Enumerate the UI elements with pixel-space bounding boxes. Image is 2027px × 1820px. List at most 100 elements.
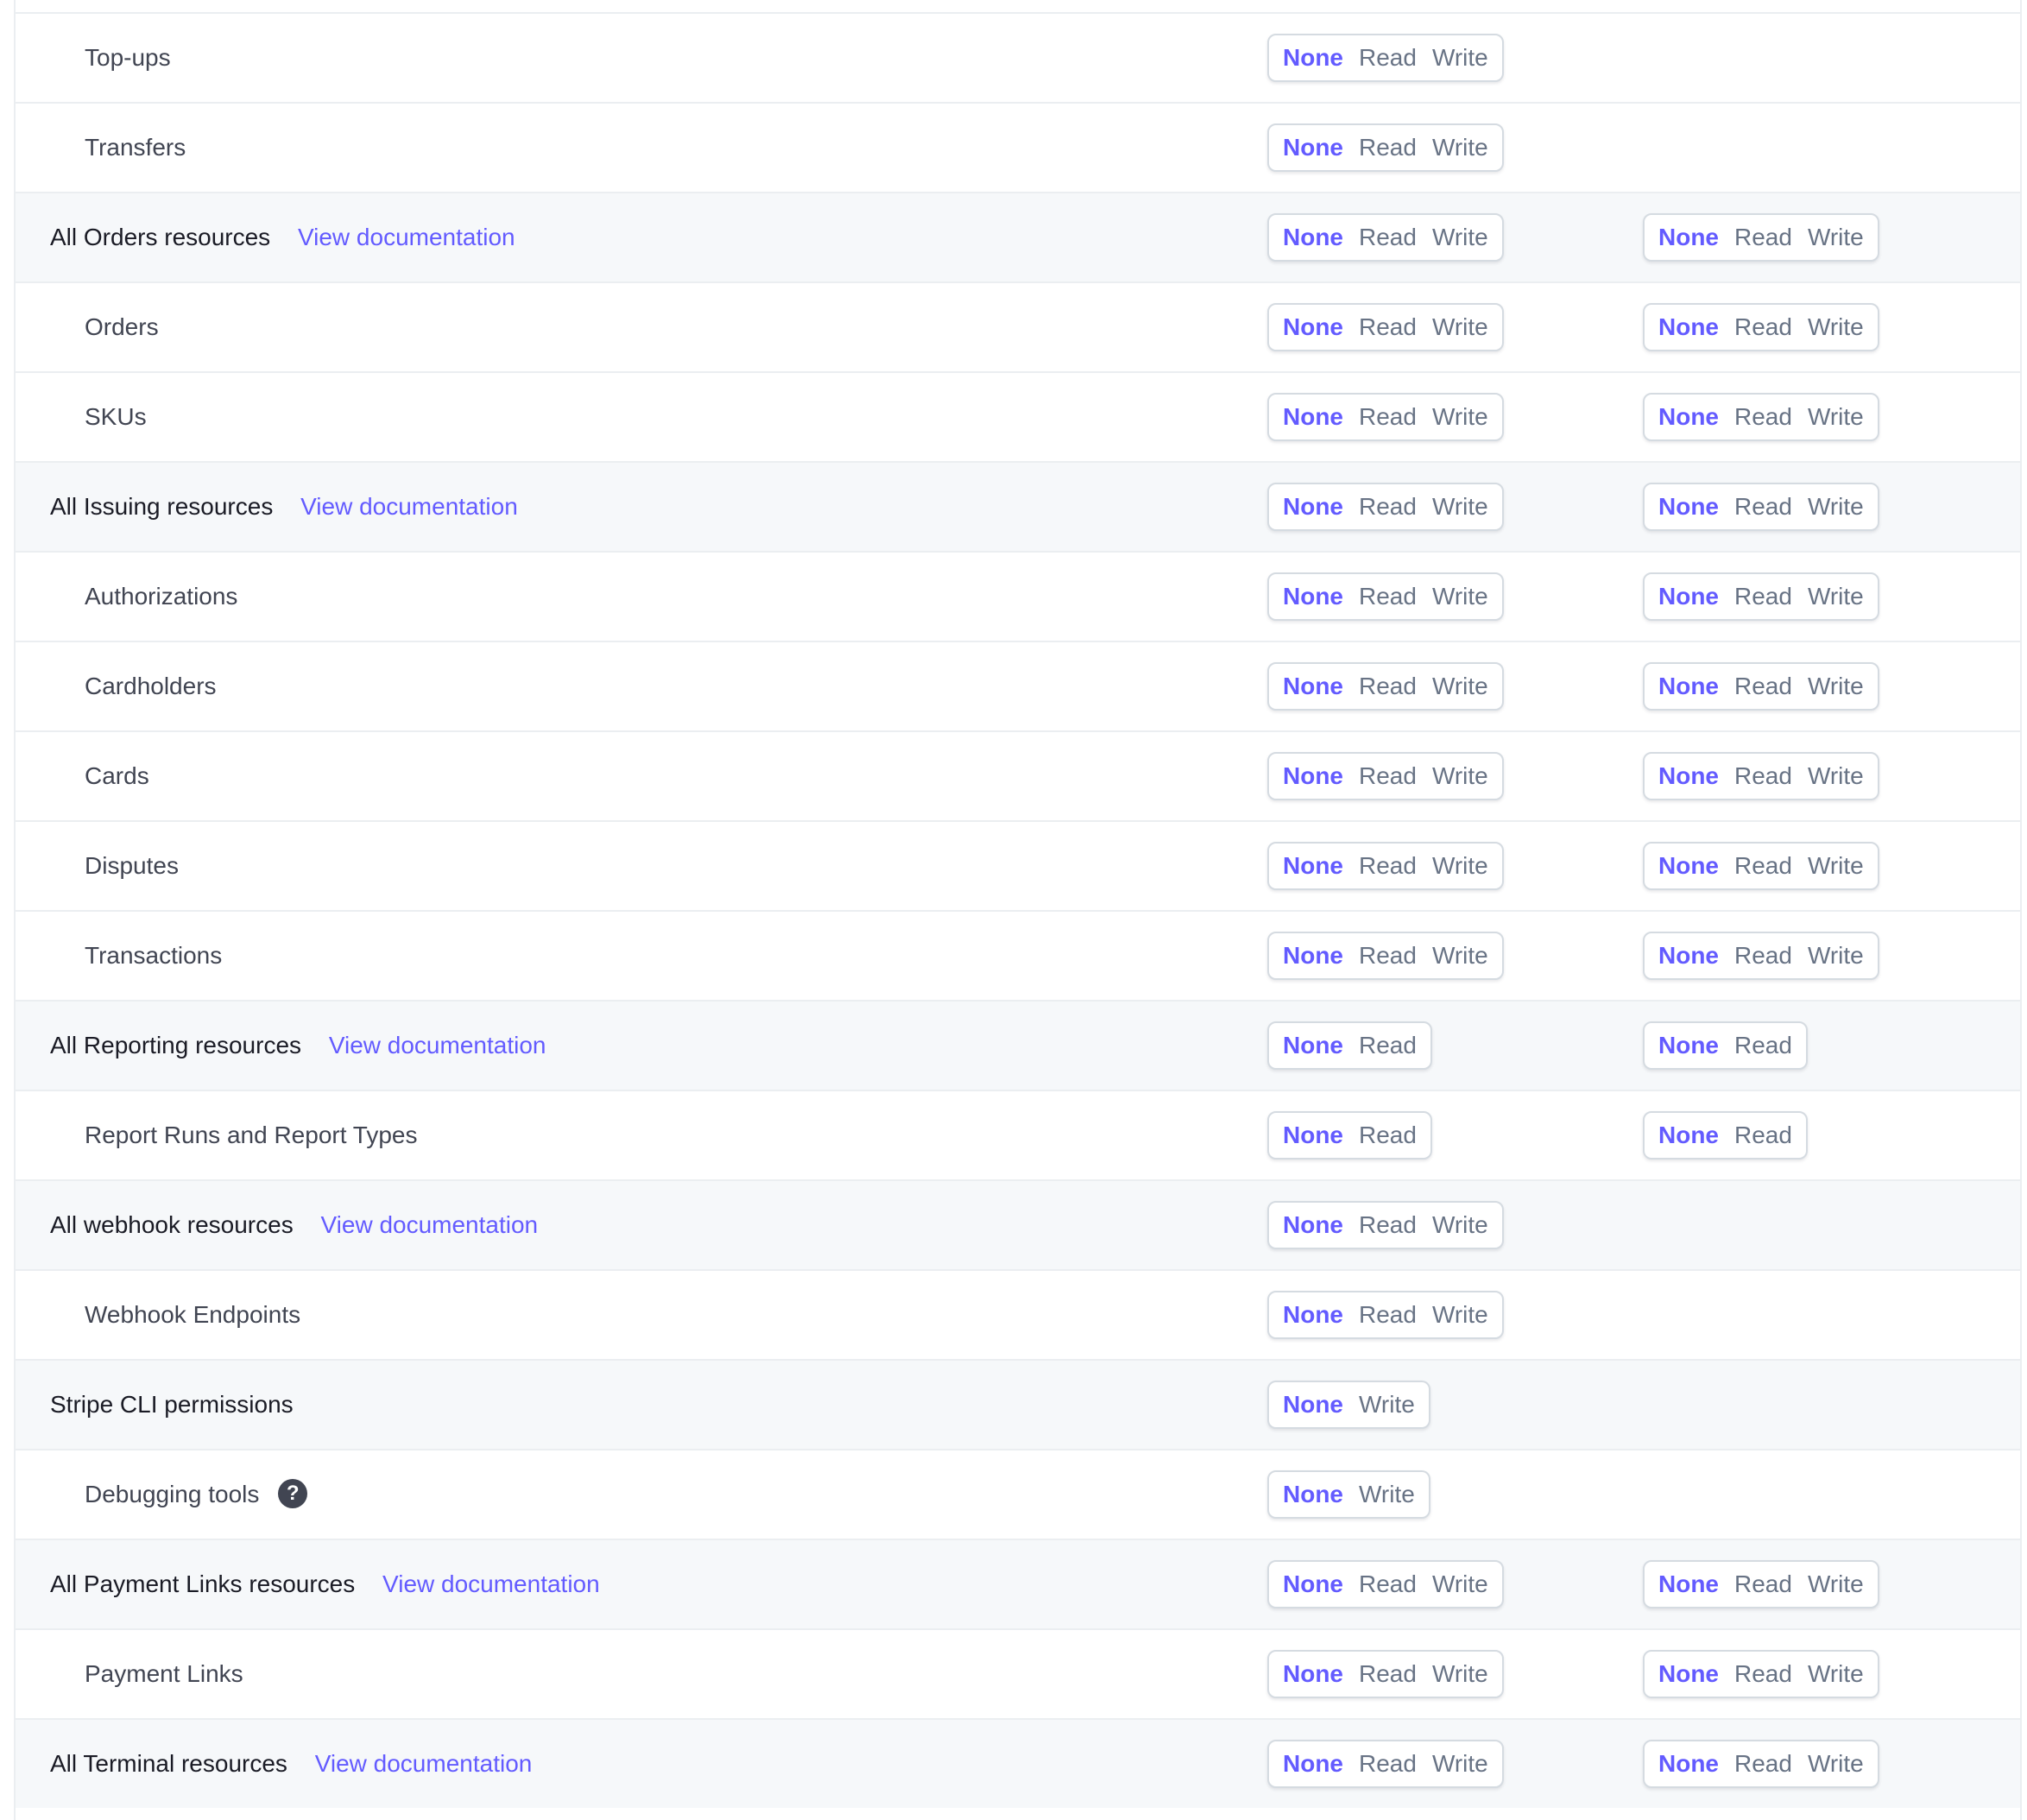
option-none[interactable]: None (1283, 1750, 1343, 1778)
option-none[interactable]: None (1658, 762, 1719, 790)
option-read[interactable]: Read (1359, 583, 1417, 610)
option-write[interactable]: Write (1808, 493, 1864, 521)
option-none[interactable]: None (1283, 493, 1343, 521)
option-none[interactable]: None (1283, 224, 1343, 251)
option-read[interactable]: Read (1359, 1750, 1417, 1778)
option-write[interactable]: Write (1808, 852, 1864, 880)
option-none[interactable]: None (1283, 1301, 1343, 1329)
option-write[interactable]: Write (1432, 942, 1488, 970)
option-read[interactable]: Read (1359, 44, 1417, 72)
option-read[interactable]: Read (1359, 403, 1417, 431)
option-none[interactable]: None (1283, 403, 1343, 431)
option-none[interactable]: None (1283, 673, 1343, 700)
option-write[interactable]: Write (1808, 1660, 1864, 1688)
option-write[interactable]: Write (1359, 1481, 1415, 1508)
option-read[interactable]: Read (1734, 224, 1792, 251)
option-read[interactable]: Read (1359, 673, 1417, 700)
option-write[interactable]: Write (1432, 852, 1488, 880)
option-none[interactable]: None (1283, 1391, 1343, 1419)
option-write[interactable]: Write (1808, 1750, 1864, 1778)
option-read[interactable]: Read (1734, 762, 1792, 790)
option-none[interactable]: None (1658, 673, 1719, 700)
option-read[interactable]: Read (1734, 673, 1792, 700)
option-write[interactable]: Write (1808, 403, 1864, 431)
option-none[interactable]: None (1283, 44, 1343, 72)
option-write[interactable]: Write (1432, 762, 1488, 790)
option-none[interactable]: None (1283, 1211, 1343, 1239)
option-read[interactable]: Read (1359, 493, 1417, 521)
option-write[interactable]: Write (1808, 673, 1864, 700)
option-none[interactable]: None (1658, 1750, 1719, 1778)
option-write[interactable]: Write (1808, 313, 1864, 341)
question-circle-icon[interactable]: ? (278, 1478, 308, 1508)
option-write[interactable]: Write (1432, 134, 1488, 161)
view-documentation-link[interactable]: View documentation (320, 1211, 538, 1238)
option-write[interactable]: Write (1808, 1570, 1864, 1598)
option-write[interactable]: Write (1432, 313, 1488, 341)
option-write[interactable]: Write (1432, 224, 1488, 251)
option-write[interactable]: Write (1432, 493, 1488, 521)
option-write[interactable]: Write (1808, 942, 1864, 970)
option-none[interactable]: None (1658, 852, 1719, 880)
option-read[interactable]: Read (1359, 224, 1417, 251)
option-none[interactable]: None (1658, 942, 1719, 970)
option-read[interactable]: Read (1359, 1122, 1417, 1149)
option-write[interactable]: Write (1808, 224, 1864, 251)
option-read[interactable]: Read (1734, 1570, 1792, 1598)
option-write[interactable]: Write (1432, 1301, 1488, 1329)
option-none[interactable]: None (1283, 1032, 1343, 1059)
view-documentation-link[interactable]: View documentation (300, 493, 518, 520)
option-none[interactable]: None (1658, 224, 1719, 251)
option-none[interactable]: None (1283, 1570, 1343, 1598)
option-none[interactable]: None (1283, 583, 1343, 610)
option-read[interactable]: Read (1359, 134, 1417, 161)
option-none[interactable]: None (1283, 942, 1343, 970)
view-documentation-link[interactable]: View documentation (382, 1570, 600, 1597)
option-write[interactable]: Write (1432, 583, 1488, 610)
option-none[interactable]: None (1658, 1122, 1719, 1149)
option-write[interactable]: Write (1432, 1570, 1488, 1598)
option-none[interactable]: None (1658, 1032, 1719, 1059)
option-read[interactable]: Read (1359, 762, 1417, 790)
option-none[interactable]: None (1658, 313, 1719, 341)
option-read[interactable]: Read (1734, 1660, 1792, 1688)
option-none[interactable]: None (1283, 313, 1343, 341)
option-write[interactable]: Write (1432, 403, 1488, 431)
view-documentation-link[interactable]: View documentation (329, 1032, 546, 1059)
option-read[interactable]: Read (1359, 942, 1417, 970)
option-read[interactable]: Read (1359, 1301, 1417, 1329)
option-none[interactable]: None (1283, 1660, 1343, 1688)
option-none[interactable]: None (1658, 1660, 1719, 1688)
option-none[interactable]: None (1283, 1481, 1343, 1508)
option-write[interactable]: Write (1432, 44, 1488, 72)
view-documentation-link[interactable]: View documentation (298, 224, 515, 250)
option-read[interactable]: Read (1734, 313, 1792, 341)
option-write[interactable]: Write (1808, 762, 1864, 790)
option-none[interactable]: None (1283, 762, 1343, 790)
view-documentation-link[interactable]: View documentation (315, 1750, 533, 1777)
option-read[interactable]: Read (1734, 1750, 1792, 1778)
option-read[interactable]: Read (1359, 1211, 1417, 1239)
option-read[interactable]: Read (1359, 1570, 1417, 1598)
option-read[interactable]: Read (1734, 1032, 1792, 1059)
option-write[interactable]: Write (1432, 1211, 1488, 1239)
option-none[interactable]: None (1283, 1122, 1343, 1149)
option-none[interactable]: None (1658, 1570, 1719, 1598)
option-none[interactable]: None (1283, 852, 1343, 880)
option-none[interactable]: None (1658, 403, 1719, 431)
option-none[interactable]: None (1283, 134, 1343, 161)
option-write[interactable]: Write (1432, 1660, 1488, 1688)
option-read[interactable]: Read (1734, 852, 1792, 880)
option-read[interactable]: Read (1359, 1660, 1417, 1688)
option-read[interactable]: Read (1359, 313, 1417, 341)
option-write[interactable]: Write (1432, 673, 1488, 700)
option-write[interactable]: Write (1808, 583, 1864, 610)
option-read[interactable]: Read (1734, 403, 1792, 431)
option-none[interactable]: None (1658, 493, 1719, 521)
option-read[interactable]: Read (1359, 852, 1417, 880)
option-read[interactable]: Read (1734, 1122, 1792, 1149)
option-read[interactable]: Read (1734, 942, 1792, 970)
option-read[interactable]: Read (1734, 493, 1792, 521)
option-none[interactable]: None (1658, 583, 1719, 610)
option-read[interactable]: Read (1359, 1032, 1417, 1059)
